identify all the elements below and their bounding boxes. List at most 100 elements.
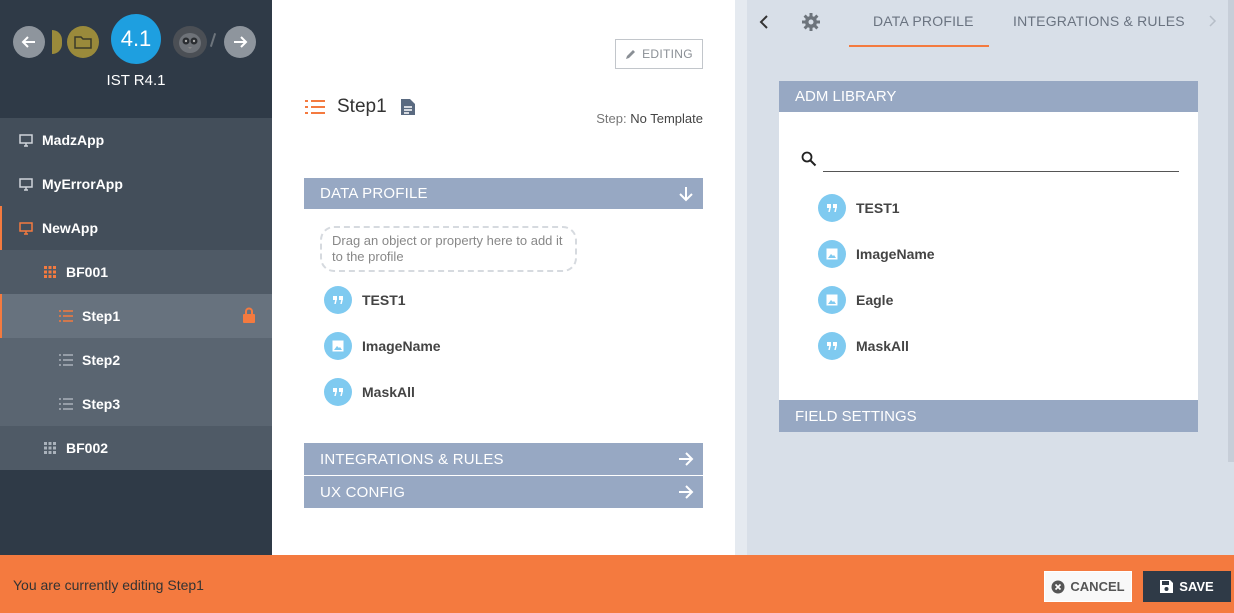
sidebar: 4.1 IST R4.1 MadzApp MyErrorApp NewApp B…: [0, 0, 272, 555]
field-settings-section[interactable]: FIELD SETTINGS: [779, 400, 1198, 432]
sidebar-item-label: Step3: [82, 396, 121, 412]
profile-item-imagename[interactable]: ImageName: [324, 332, 441, 360]
sidebar-item-madzapp[interactable]: MadzApp: [0, 118, 272, 162]
tab-data-profile[interactable]: DATA PROFILE: [873, 13, 974, 29]
arrow-right-icon: [679, 452, 694, 466]
sidebar-item-bf002[interactable]: BF002: [0, 426, 272, 470]
sidebar-item-step2[interactable]: Step2: [0, 338, 272, 382]
library-item-maskall[interactable]: MaskAll: [818, 332, 909, 360]
editing-button[interactable]: EDITING: [615, 39, 703, 69]
sidebar-item-label: Step2: [82, 352, 121, 368]
library-search[interactable]: [801, 147, 1179, 173]
divider: [209, 33, 217, 47]
back-button[interactable]: [13, 26, 45, 58]
sidebar-item-label: BF002: [66, 440, 109, 456]
status-message: You are currently editing Step1: [13, 577, 204, 593]
arrow-right-icon: [234, 36, 248, 48]
section-label: UX CONFIG: [320, 483, 406, 501]
arrow-down-icon: [679, 186, 693, 201]
folder-button[interactable]: [67, 26, 99, 58]
document-icon[interactable]: [400, 98, 416, 116]
library-item-label: Eagle: [856, 292, 894, 308]
save-button[interactable]: SAVE: [1143, 571, 1231, 602]
library-item-label: ImageName: [856, 246, 935, 262]
sidebar-item-bf001[interactable]: BF001: [0, 250, 272, 294]
grid-icon: [42, 440, 58, 456]
section-label: INTEGRATIONS & RULES: [320, 450, 504, 468]
folder-icon: [74, 36, 92, 49]
panel-divider: [735, 0, 747, 555]
cancel-label: CANCEL: [1070, 579, 1125, 594]
ux-config-section[interactable]: UX CONFIG: [304, 476, 703, 508]
arrow-right-icon: [679, 485, 694, 499]
sidebar-item-label: NewApp: [42, 220, 98, 236]
quote-icon: [818, 332, 846, 360]
data-profile-section[interactable]: DATA PROFILE: [304, 178, 703, 209]
lock-icon: [243, 307, 255, 323]
monitor-icon: [18, 132, 34, 148]
folder-peek: [52, 30, 62, 54]
sidebar-item-step3[interactable]: Step3: [0, 382, 272, 426]
sidebar-item-label: Step1: [82, 308, 121, 324]
sidebar-item-newapp[interactable]: NewApp: [0, 206, 272, 250]
quote-icon: [324, 286, 352, 314]
search-icon: [801, 151, 817, 167]
sidebar-item-label: MadzApp: [42, 132, 105, 148]
owl-icon: [179, 33, 201, 53]
monitor-icon: [18, 220, 34, 236]
scrollbar[interactable]: [1228, 0, 1234, 462]
version-badge[interactable]: 4.1: [111, 14, 161, 64]
cancel-button[interactable]: CANCEL: [1044, 571, 1132, 602]
adm-library-panel: ADM LIBRARY TEST1 ImageName Eagle MaskAl…: [779, 81, 1198, 401]
library-item-eagle[interactable]: Eagle: [818, 286, 893, 314]
sidebar-header: 4.1 IST R4.1: [0, 0, 272, 118]
page-title: Step1: [337, 96, 387, 117]
library-item-imagename[interactable]: ImageName: [818, 240, 935, 268]
list-icon: [58, 308, 74, 324]
cancel-circle-icon: [1051, 580, 1065, 593]
section-label: DATA PROFILE: [320, 185, 428, 202]
integrations-rules-section[interactable]: INTEGRATIONS & RULES: [304, 443, 703, 475]
library-item-label: TEST1: [856, 200, 900, 216]
right-tabs: DATA PROFILE INTEGRATIONS & RULES: [747, 0, 1225, 48]
status-bar: You are currently editing Step1 CANCEL S…: [0, 555, 1234, 613]
active-tab-indicator: [849, 45, 989, 47]
step-title-row: Step1: [305, 96, 416, 118]
owl-avatar[interactable]: [173, 26, 207, 58]
template-value: No Template: [630, 111, 703, 126]
library-item-label: MaskAll: [856, 338, 909, 354]
gear-icon[interactable]: [801, 12, 821, 32]
list-icon: [58, 352, 74, 368]
step-editor: EDITING Step1 Step: No Template DATA PRO…: [272, 0, 796, 555]
step-template: Step: No Template: [596, 111, 703, 126]
app-name: IST R4.1: [106, 72, 166, 89]
arrow-left-icon: [21, 36, 35, 48]
profile-item-maskall[interactable]: MaskAll: [324, 378, 415, 406]
tab-integrations-rules[interactable]: INTEGRATIONS & RULES: [1013, 13, 1185, 29]
chevron-left-icon[interactable]: [757, 14, 771, 30]
list-icon: [58, 396, 74, 412]
image-icon: [818, 240, 846, 268]
list-icon: [305, 100, 325, 114]
sidebar-item-label: BF001: [66, 264, 109, 280]
grid-icon: [42, 264, 58, 280]
search-underline: [823, 171, 1179, 172]
quote-icon: [818, 194, 846, 222]
forward-button[interactable]: [224, 26, 256, 58]
quote-icon: [324, 378, 352, 406]
monitor-icon: [18, 176, 34, 192]
pencil-icon: [626, 50, 636, 59]
chevron-right-icon[interactable]: [1207, 14, 1217, 28]
sidebar-item-myerrorapp[interactable]: MyErrorApp: [0, 162, 272, 206]
library-item-test1[interactable]: TEST1: [818, 194, 900, 222]
image-icon: [324, 332, 352, 360]
profile-item-label: TEST1: [362, 292, 406, 308]
profile-item-label: ImageName: [362, 338, 441, 354]
floppy-icon: [1160, 580, 1174, 593]
profile-item-test1[interactable]: TEST1: [324, 286, 406, 314]
sidebar-item-step1[interactable]: Step1: [0, 294, 272, 338]
profile-dropzone[interactable]: Drag an object or property here to add i…: [320, 226, 577, 272]
sidebar-item-label: MyErrorApp: [42, 176, 123, 192]
save-label: SAVE: [1179, 579, 1214, 594]
adm-library-header: ADM LIBRARY: [779, 81, 1198, 112]
